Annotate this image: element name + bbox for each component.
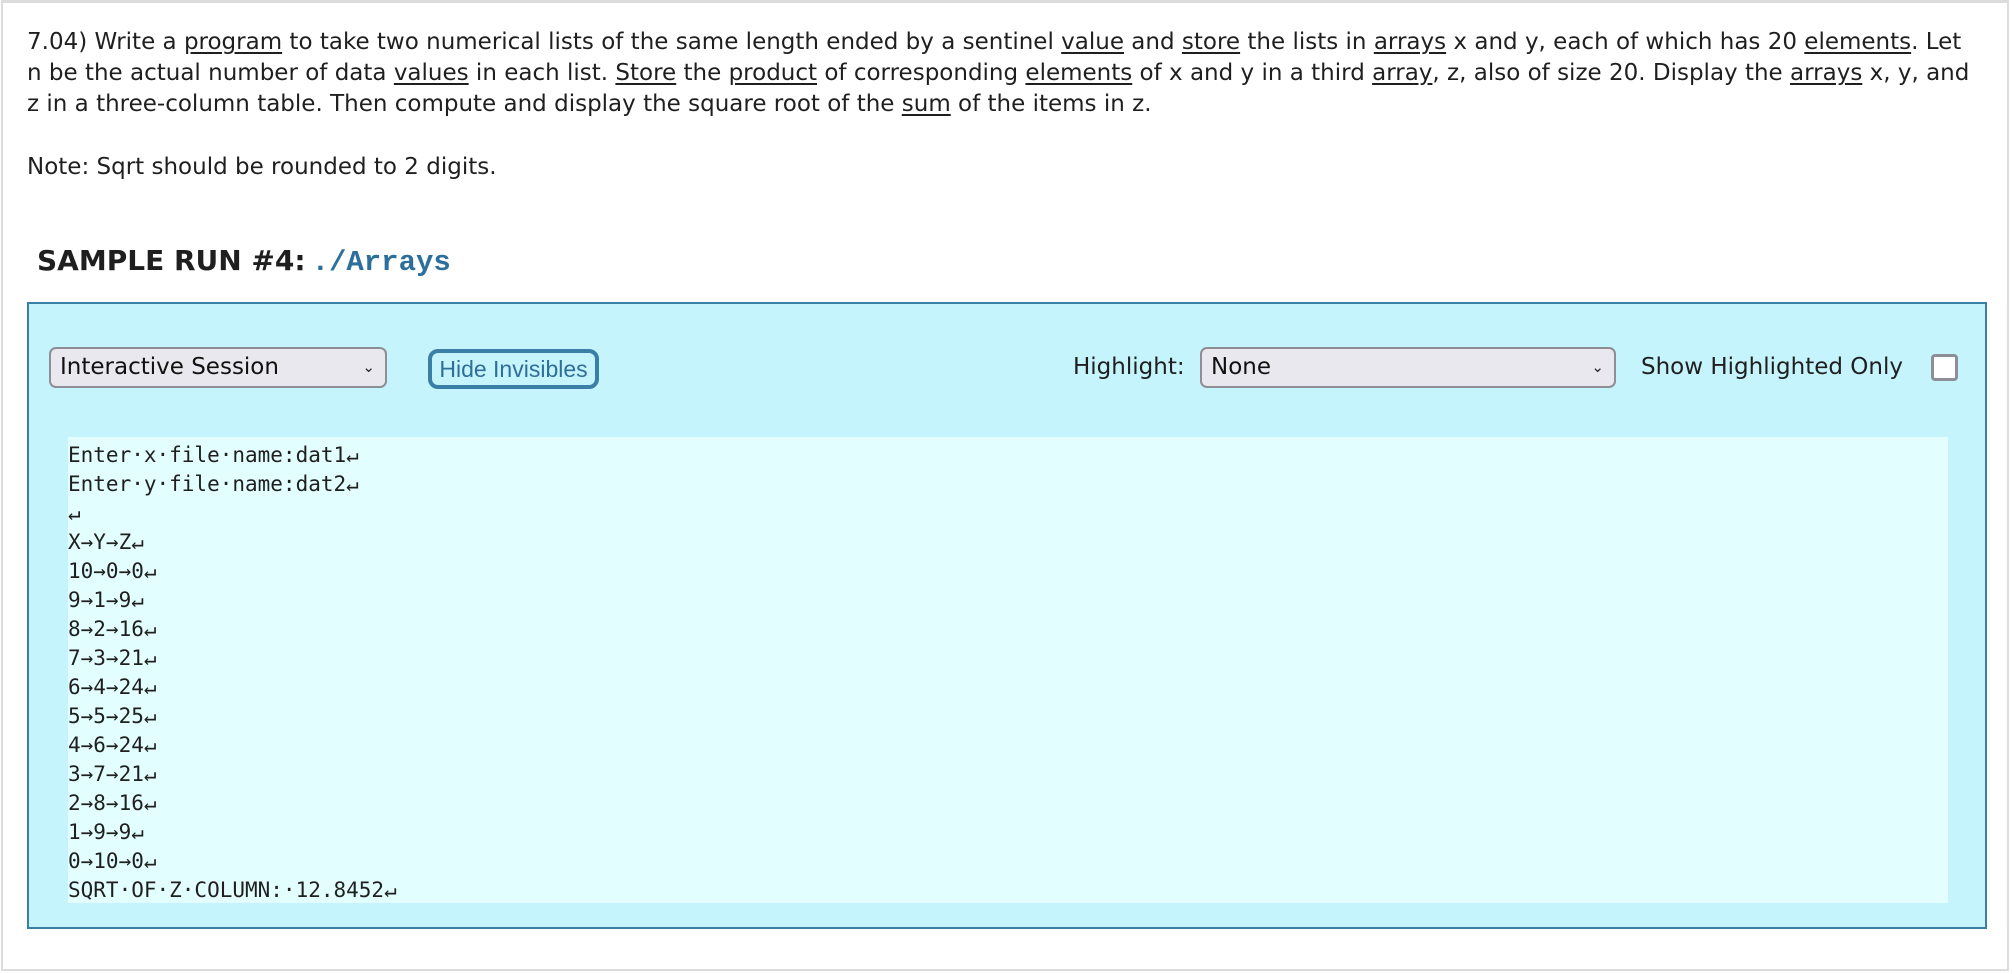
output-line: 9→1→9↵: [68, 588, 144, 612]
glossary-link[interactable]: values: [394, 60, 469, 86]
problem-text: in each list.: [468, 60, 616, 86]
problem-note: Note: Sqrt should be rounded to 2 digits…: [27, 154, 497, 180]
highlight-select[interactable]: None ⌄: [1200, 347, 1616, 388]
glossary-link[interactable]: product: [729, 60, 817, 86]
output-line: X→Y→Z↵: [68, 530, 144, 554]
output-line: 5→5→25↵: [68, 704, 157, 728]
hide-invisibles-button[interactable]: Hide Invisibles: [428, 349, 599, 389]
glossary-link[interactable]: Store: [615, 60, 676, 86]
highlight-value: None: [1211, 354, 1272, 380]
problem-text: of x and y in a third: [1132, 60, 1373, 86]
glossary-link[interactable]: elements: [1804, 29, 1911, 55]
output-line: 4→6→24↵: [68, 733, 157, 757]
session-mode-select[interactable]: Interactive Session ⌄: [49, 347, 387, 388]
sample-run-heading: SAMPLE RUN #4: ./Arrays: [37, 243, 451, 281]
output-line: ↵: [68, 501, 81, 525]
output-line: Enter·x·file·name:dat1↵: [68, 443, 359, 467]
session-mode-value: Interactive Session: [60, 354, 279, 380]
output-line: 3→7→21↵: [68, 762, 157, 786]
output-line: SQRT·OF·Z·COLUMN:·12.8452↵: [68, 878, 397, 902]
problem-statement: 7.04) Write a program to take two numeri…: [27, 27, 1977, 120]
glossary-link[interactable]: program: [184, 29, 282, 55]
glossary-link[interactable]: store: [1182, 29, 1240, 55]
chevron-down-icon: ⌄: [1591, 358, 1604, 376]
glossary-link[interactable]: elements: [1025, 60, 1132, 86]
output-line: 0→10→0↵: [68, 849, 157, 873]
problem-text: to take two numerical lists of the same …: [282, 29, 1062, 55]
problem-text: of the items in z.: [950, 91, 1152, 117]
output-line: 6→4→24↵: [68, 675, 157, 699]
output-line: 1→9→9↵: [68, 820, 144, 844]
output-line: Enter·y·file·name:dat2↵: [68, 472, 359, 496]
problem-text: the lists in: [1240, 29, 1374, 55]
output-line: 10→0→0↵: [68, 559, 157, 583]
sample-run-label: SAMPLE RUN #4:: [37, 244, 306, 277]
problem-text: , z, also of size 20. Display the: [1432, 60, 1791, 86]
show-highlighted-only-label: Show Highlighted Only: [1641, 354, 1903, 380]
glossary-link[interactable]: value: [1061, 29, 1124, 55]
show-highlighted-only-checkbox[interactable]: [1931, 354, 1958, 381]
sample-run-panel: Interactive Session ⌄ Hide Invisibles Hi…: [27, 302, 1987, 929]
output-line: 7→3→21↵: [68, 646, 157, 670]
output-line: 2→8→16↵: [68, 791, 157, 815]
problem-text: of corresponding: [817, 60, 1026, 86]
session-output: Enter·x·file·name:dat1↵ Enter·y·file·name…: [68, 437, 1948, 903]
problem-text: x and y, each of which has 20: [1446, 29, 1805, 55]
problem-text: the: [676, 60, 729, 86]
sample-run-command: ./Arrays: [311, 246, 451, 279]
glossary-link[interactable]: arrays: [1790, 60, 1862, 86]
highlight-label: Highlight:: [1073, 354, 1185, 380]
problem-text: and: [1124, 29, 1182, 55]
output-line: 8→2→16↵: [68, 617, 157, 641]
chevron-down-icon: ⌄: [362, 358, 375, 376]
glossary-link[interactable]: sum: [902, 91, 951, 117]
glossary-link[interactable]: arrays: [1374, 29, 1446, 55]
glossary-link[interactable]: array: [1372, 60, 1432, 86]
problem-text: 7.04) Write a: [27, 29, 184, 55]
